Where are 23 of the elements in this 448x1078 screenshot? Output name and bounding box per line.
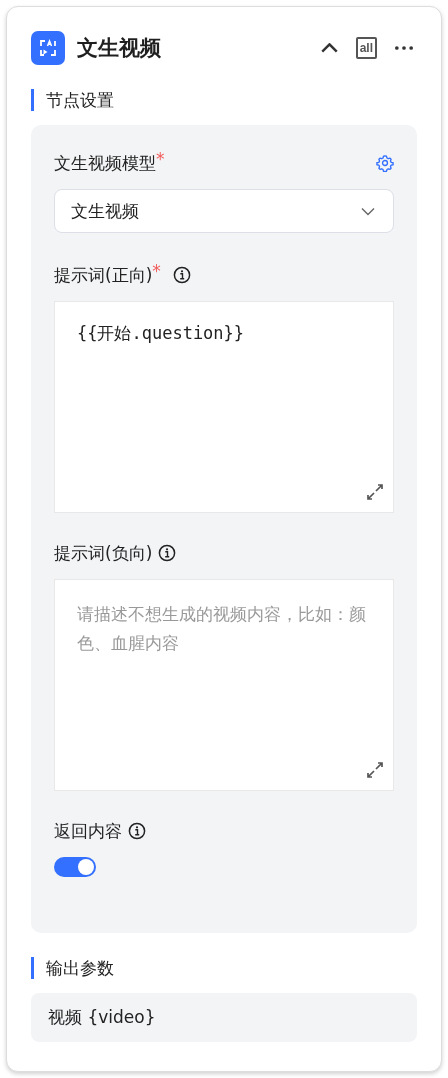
collapse-icon[interactable] [320,43,338,53]
view-all-button[interactable]: all [355,37,377,59]
model-select[interactable]: 文生视频 [54,189,394,233]
section-title: 输出参数 [46,956,114,980]
info-icon[interactable] [128,822,146,840]
required-mark: * [156,149,165,169]
expand-icon[interactable] [365,482,385,502]
field-label: 文生视频模型 [54,151,156,175]
settings-icon[interactable] [376,154,394,172]
node-title: 文生视频 [77,35,161,62]
info-icon[interactable] [158,544,177,562]
prompt-field[interactable]: {{开始.question}} [54,301,394,513]
field-label: 提示词(负向) [54,541,153,565]
required-mark: * [152,261,161,281]
output-parameter: 视频 {video} [31,993,417,1042]
video-node-icon [31,31,65,65]
toggle-switch[interactable] [54,857,96,877]
expand-icon[interactable] [365,760,385,780]
field-label: 提示词(正向) [54,263,153,287]
section-title: 节点设置 [46,88,114,112]
more-icon[interactable] [395,46,413,50]
info-icon[interactable] [172,266,191,284]
field-label: 返回内容 [54,819,122,843]
